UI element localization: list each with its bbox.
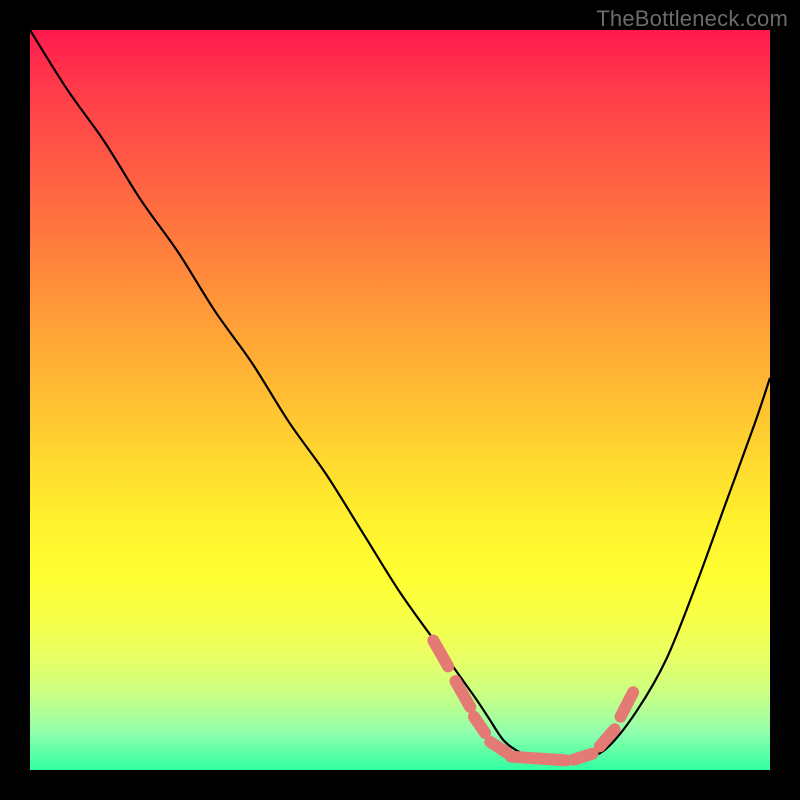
valley-marker-segment bbox=[621, 692, 634, 716]
valley-marker-segment bbox=[511, 757, 567, 761]
chart-frame: TheBottleneck.com bbox=[0, 0, 800, 800]
curve-layer bbox=[30, 30, 770, 761]
chart-svg bbox=[30, 30, 770, 770]
valley-marker-segment bbox=[574, 754, 593, 760]
watermark-text: TheBottleneck.com bbox=[596, 6, 788, 32]
valley-marker-segment bbox=[474, 717, 485, 733]
valley-marker-segment bbox=[456, 681, 471, 707]
valley-marker-segment bbox=[433, 641, 448, 667]
plot-area bbox=[30, 30, 770, 770]
valley-marker-segment bbox=[490, 742, 507, 753]
marker-layer bbox=[433, 641, 633, 761]
bottleneck-curve bbox=[30, 30, 770, 761]
